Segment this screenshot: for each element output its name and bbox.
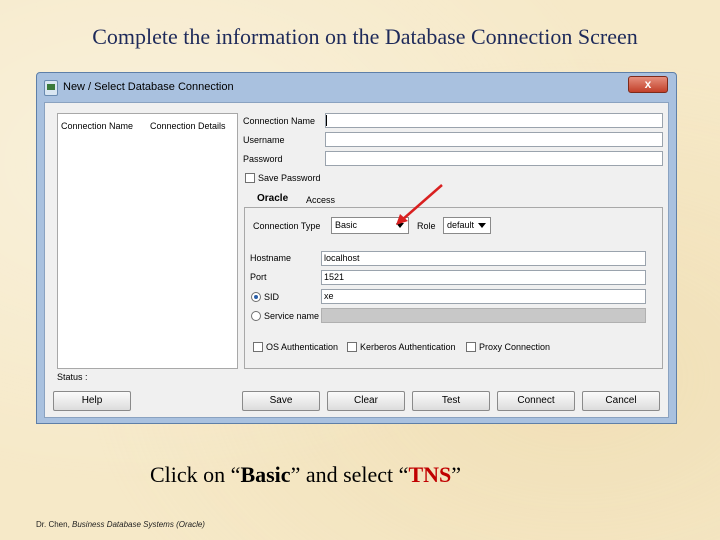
caption-basic: Basic bbox=[240, 462, 291, 487]
footer-book-title: Business Database Systems (Oracle) bbox=[72, 520, 205, 529]
slide-footer: Dr. Chen, Business Database Systems (Ora… bbox=[36, 520, 205, 529]
slide-caption: Click on “Basic” and select “TNS” bbox=[150, 462, 461, 487]
arrow-line bbox=[401, 184, 443, 221]
annotation-arrow bbox=[396, 184, 443, 225]
caption-tns: TNS bbox=[408, 462, 452, 487]
